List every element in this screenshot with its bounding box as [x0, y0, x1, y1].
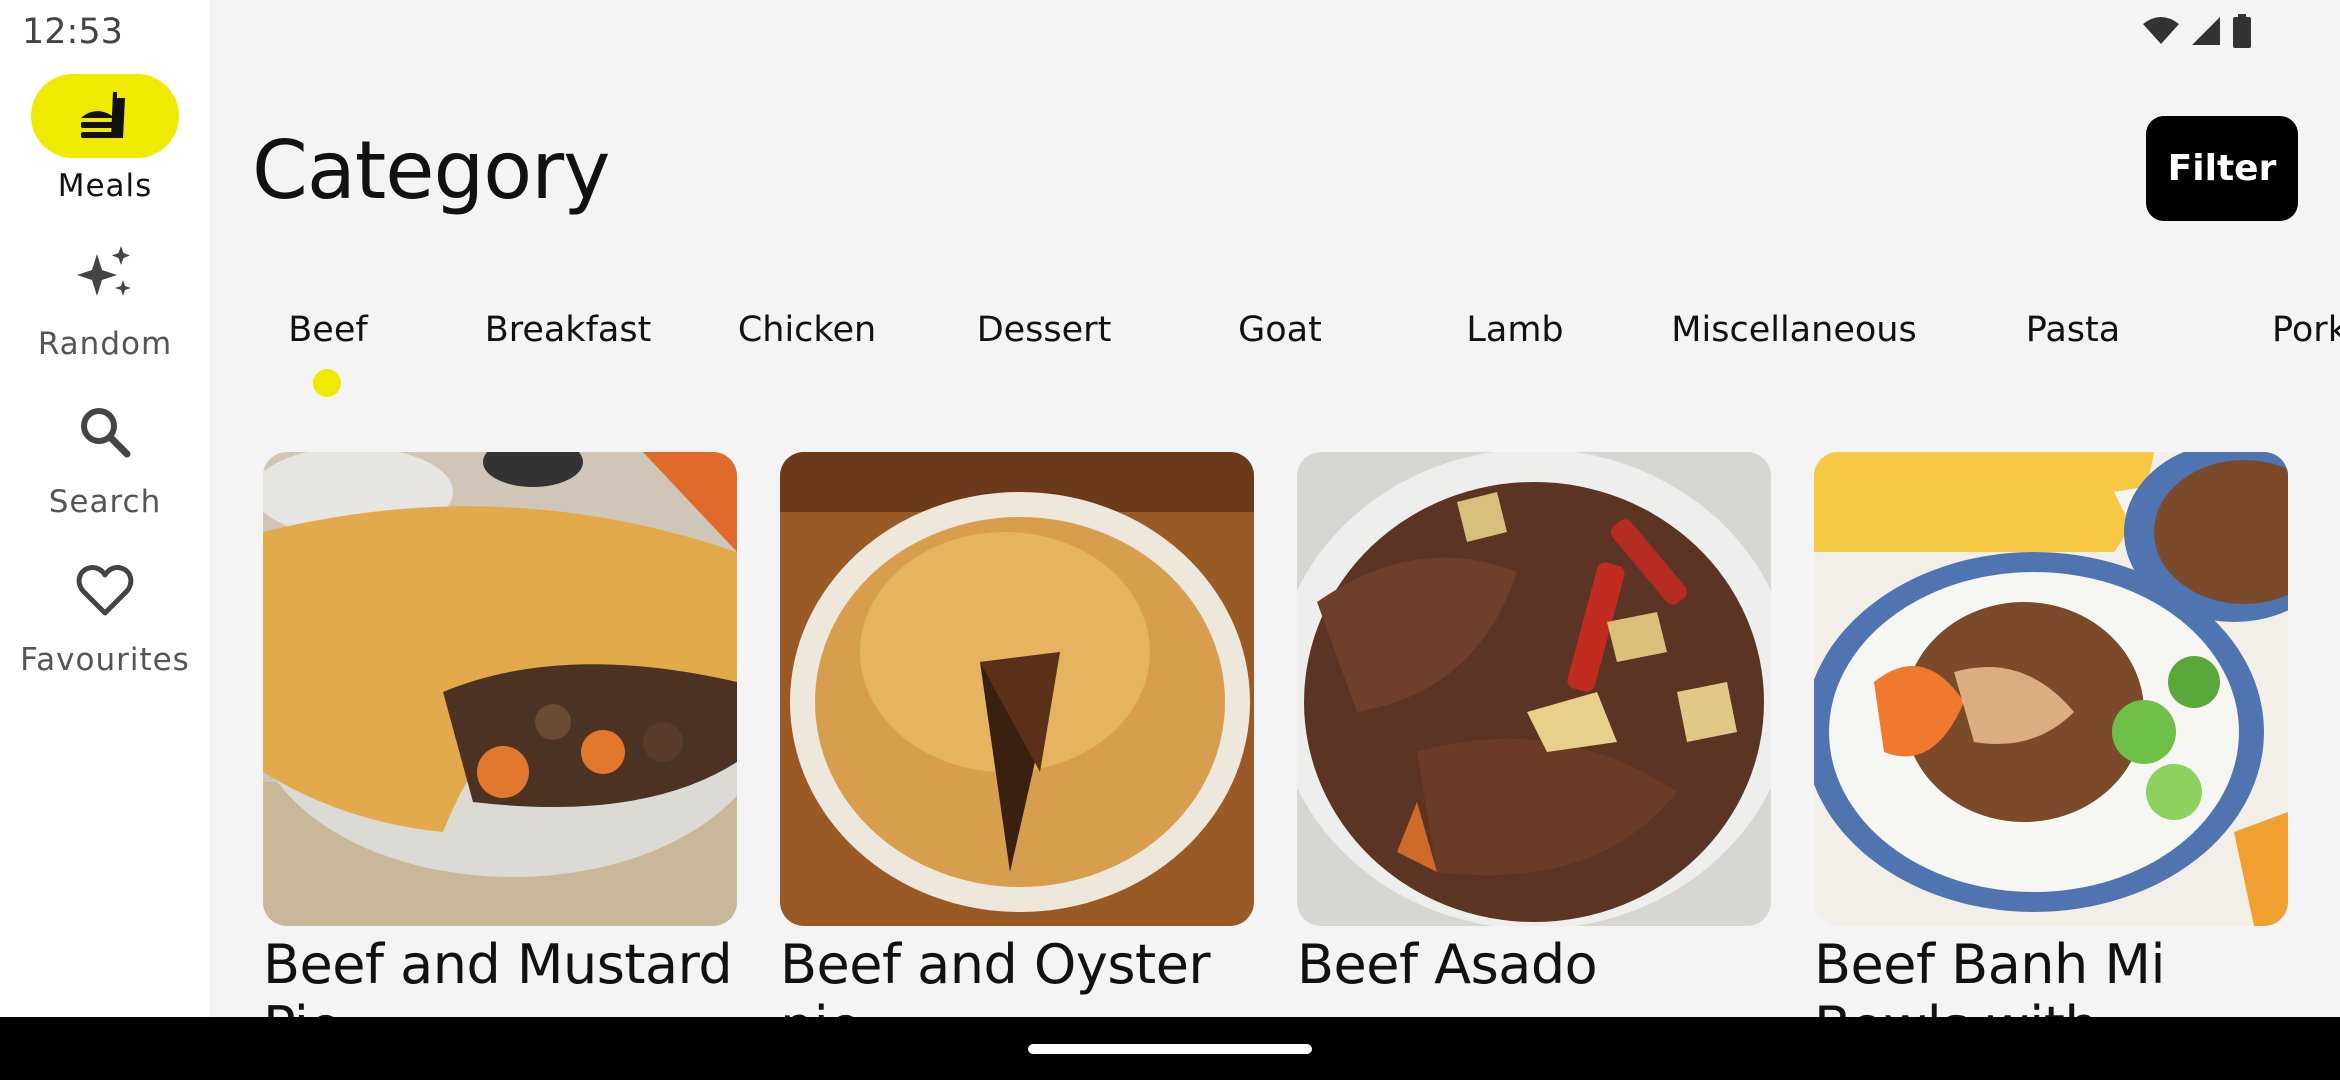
wifi-icon [2143, 17, 2179, 44]
nav-item-favourites[interactable]: Favourites [0, 548, 210, 678]
meal-title: Beef Asado [1297, 933, 1598, 996]
signal-icon [2192, 17, 2220, 45]
tab-dessert[interactable]: Dessert [977, 310, 1112, 350]
nav-label-favourites: Favourites [20, 642, 190, 678]
tab-breakfast[interactable]: Breakfast [485, 310, 652, 350]
page-title: Category [252, 124, 610, 217]
selected-tab-indicator [313, 369, 341, 397]
category-tabs: Beef Breakfast Chicken Dessert Goat Lamb… [210, 310, 2340, 410]
meal-card[interactable]: Beef and Mustard Pie [263, 452, 737, 1058]
sparkle-icon [31, 232, 179, 316]
meal-image [780, 452, 1254, 926]
search-icon [31, 390, 179, 474]
nav-item-random[interactable]: Random [0, 232, 210, 362]
navigation-rail: 12:53 Meals Random Search Favourites [0, 0, 210, 1017]
meal-card[interactable]: Beef Asado [1297, 452, 1771, 996]
meal-card[interactable]: Beef Banh Mi Bowls with Sriracha Mayo [1814, 452, 2288, 1080]
status-icons [2142, 14, 2252, 48]
meal-image [263, 452, 737, 926]
tab-pasta[interactable]: Pasta [2026, 310, 2120, 350]
filter-button[interactable]: Filter [2146, 116, 2298, 221]
tab-goat[interactable]: Goat [1238, 310, 1322, 350]
home-gesture-handle[interactable] [1028, 1044, 1312, 1054]
tab-miscellaneous[interactable]: Miscellaneous [1671, 310, 1916, 350]
nav-label-search: Search [48, 484, 162, 520]
heart-icon [31, 548, 179, 632]
battery-icon [2233, 14, 2251, 48]
app-screen: 12:53 Meals Random Search Favourites Cat… [0, 0, 2340, 1080]
meal-image [1814, 452, 2288, 926]
meals-icon [31, 74, 179, 158]
tab-beef[interactable]: Beef [288, 310, 367, 350]
status-time: 12:53 [22, 12, 123, 52]
tab-lamb[interactable]: Lamb [1466, 310, 1563, 350]
nav-item-search[interactable]: Search [0, 390, 210, 520]
meal-card[interactable]: Beef and Oyster pie [780, 452, 1254, 1058]
meal-image [1297, 452, 1771, 926]
nav-label-random: Random [37, 326, 173, 362]
tab-chicken[interactable]: Chicken [738, 310, 876, 350]
nav-item-meals[interactable]: Meals [0, 74, 210, 204]
nav-label-meals: Meals [57, 168, 153, 204]
tab-pork[interactable]: Pork [2272, 310, 2340, 350]
